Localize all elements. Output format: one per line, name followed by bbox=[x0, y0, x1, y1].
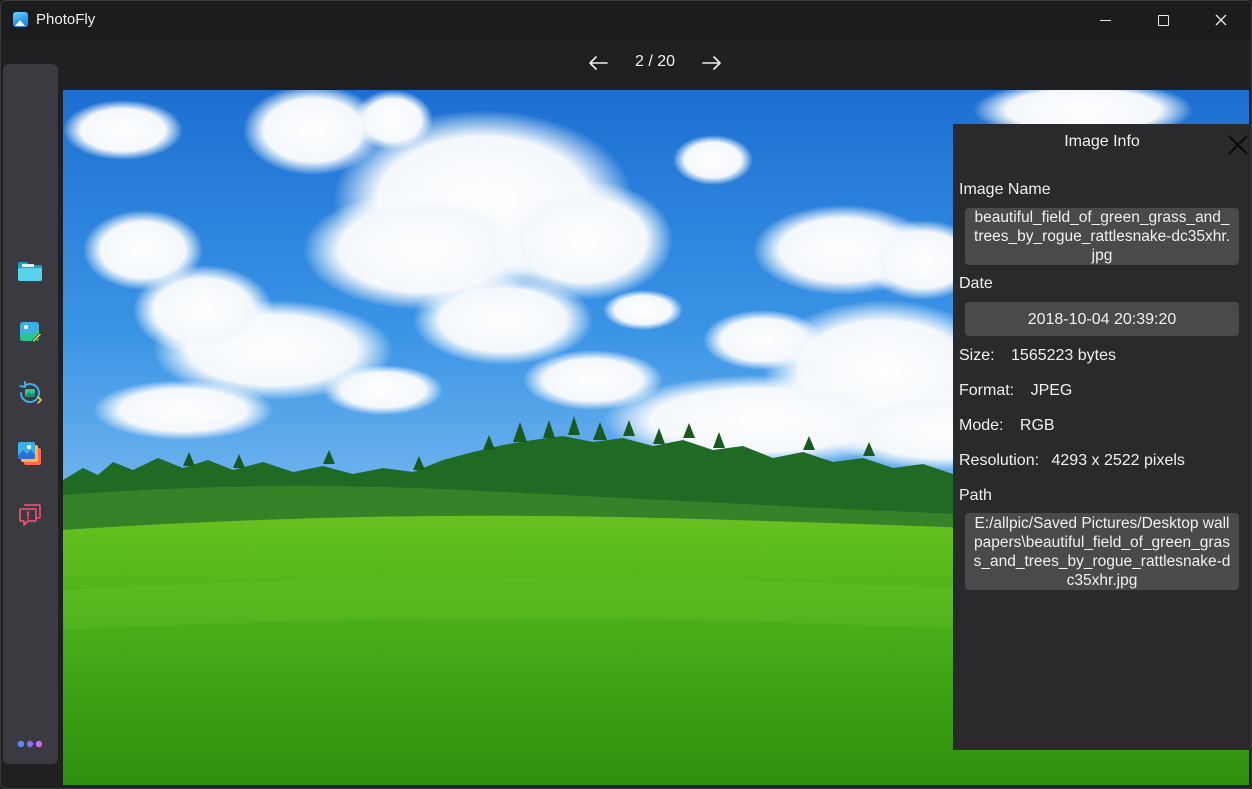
close-icon bbox=[1228, 135, 1248, 155]
edit-image-button[interactable] bbox=[16, 318, 44, 346]
app-title: PhotoFly bbox=[36, 11, 96, 28]
maximize-icon bbox=[1157, 14, 1169, 26]
size-row: Size: 1565223 bytes bbox=[959, 347, 1116, 365]
open-folder-button[interactable] bbox=[16, 257, 44, 285]
more-icon bbox=[17, 740, 43, 748]
image-navigation: 2 / 20 bbox=[1, 49, 1251, 77]
close-window-button[interactable] bbox=[1192, 1, 1250, 39]
image-rotate-icon bbox=[19, 381, 43, 404]
image-info-panel: Image Info Image Name beautiful_field_of… bbox=[953, 124, 1251, 750]
rotate-image-button[interactable] bbox=[16, 379, 44, 407]
arrow-left-icon bbox=[589, 56, 608, 70]
close-icon bbox=[1215, 14, 1227, 26]
size-label: Size: bbox=[959, 347, 995, 364]
feedback-button[interactable] bbox=[16, 501, 44, 529]
format-row: Format: JPEG bbox=[959, 382, 1072, 400]
format-label: Format: bbox=[959, 382, 1015, 399]
sidebar bbox=[3, 64, 58, 764]
resolution-value: 4293 x 2522 pixels bbox=[1051, 452, 1185, 469]
arrow-right-icon bbox=[702, 56, 721, 70]
next-image-button[interactable] bbox=[698, 49, 726, 77]
minimize-icon bbox=[1099, 19, 1111, 21]
close-panel-button[interactable] bbox=[1227, 134, 1249, 156]
maximize-button[interactable] bbox=[1134, 1, 1192, 39]
feedback-icon bbox=[19, 504, 41, 526]
resolution-label: Resolution: bbox=[959, 452, 1040, 469]
size-value: 1565223 bytes bbox=[1011, 347, 1117, 364]
resolution-row: Resolution: 4293 x 2522 pixels bbox=[959, 452, 1185, 470]
date-label: Date bbox=[959, 275, 993, 292]
image-edit-icon bbox=[20, 322, 42, 343]
gallery-button[interactable] bbox=[16, 440, 44, 468]
mode-value: RGB bbox=[1019, 417, 1055, 434]
app-logo-icon bbox=[13, 12, 28, 27]
mode-row: Mode: RGB bbox=[959, 417, 1055, 435]
date-value: 2018-10-04 20:39:20 bbox=[965, 302, 1239, 336]
panel-title: Image Info bbox=[1064, 133, 1140, 150]
app-window: PhotoFly 2 / 20 Image Info Image Name be… bbox=[0, 0, 1252, 789]
path-label: Path bbox=[959, 487, 992, 504]
more-options-button[interactable] bbox=[16, 730, 44, 758]
minimize-button[interactable] bbox=[1076, 1, 1134, 39]
mode-label: Mode: bbox=[959, 417, 1004, 434]
format-value: JPEG bbox=[1030, 382, 1073, 399]
image-counter: 2 / 20 bbox=[634, 53, 676, 70]
folder-icon bbox=[18, 262, 42, 281]
previous-image-button[interactable] bbox=[584, 49, 612, 77]
title-bar[interactable]: PhotoFly bbox=[1, 1, 1251, 39]
gallery-stack-icon bbox=[18, 442, 41, 465]
image-name-value: beautiful_field_of_green_grass_and_trees… bbox=[965, 208, 1239, 265]
path-value: E:/allpic/Saved Pictures/Desktop wallpap… bbox=[965, 513, 1239, 590]
image-name-label: Image Name bbox=[959, 181, 1051, 198]
